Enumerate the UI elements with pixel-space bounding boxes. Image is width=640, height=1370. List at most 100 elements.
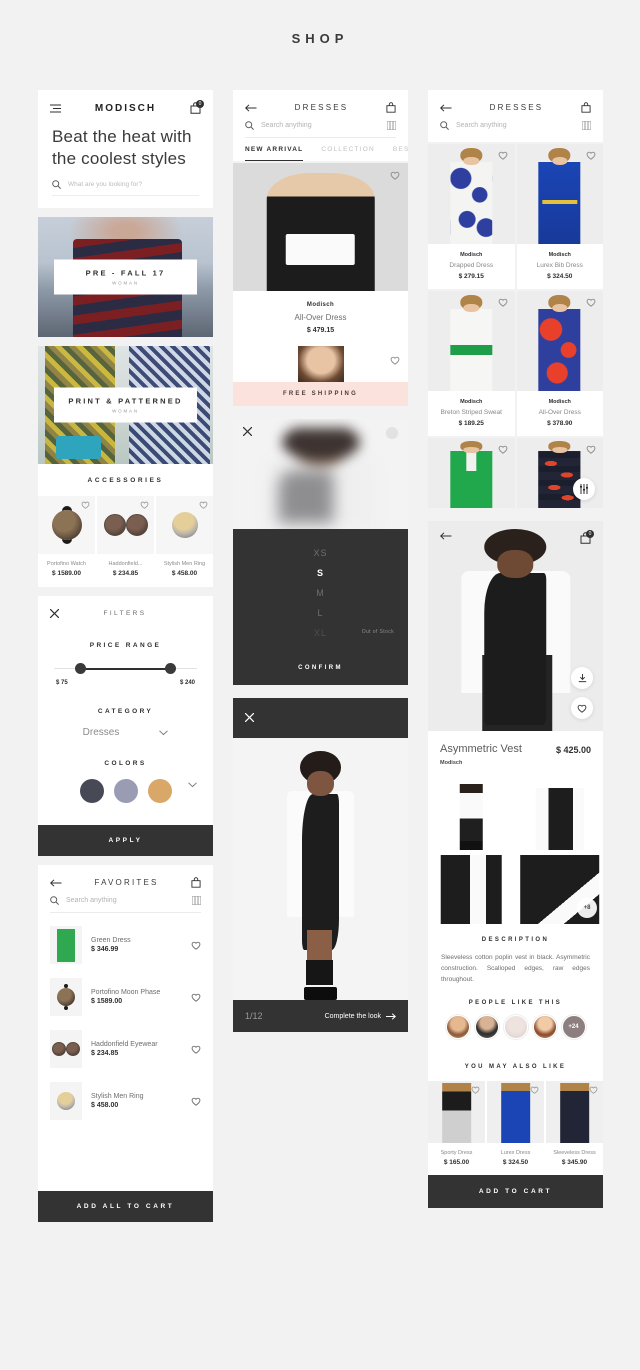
next-product-preview[interactable]	[233, 346, 408, 382]
heart-icon[interactable]	[498, 298, 508, 307]
product-card[interactable]: Modisch All-Over Dress $ 378.90	[516, 291, 603, 436]
product-card[interactable]	[428, 438, 515, 508]
detail-thumbnail[interactable]	[516, 778, 603, 850]
apply-button[interactable]: APPLY	[38, 825, 213, 856]
favorite-button[interactable]	[571, 697, 593, 719]
product-card[interactable]	[516, 438, 603, 508]
confirm-button[interactable]: CONFIRM	[233, 651, 408, 685]
avatar[interactable]	[532, 1015, 557, 1039]
hamburger-icon[interactable]	[50, 104, 61, 113]
avatar-more-count[interactable]: +24	[561, 1015, 586, 1039]
bag-icon[interactable]	[581, 102, 591, 113]
price-range-slider[interactable]	[54, 663, 197, 675]
tab-best-sellers[interactable]: BEST SELLE	[393, 138, 408, 161]
back-arrow-icon[interactable]	[50, 878, 62, 887]
related-product-name: Sleeveless Dress	[553, 1150, 596, 1156]
banner-print-patterned[interactable]: PRINT & PATTERNED WOMAN	[38, 346, 213, 464]
list-item[interactable]: Green Dress $ 346.99	[38, 919, 213, 971]
related-product-card[interactable]: Sporty Dress $ 165.00	[428, 1081, 485, 1175]
related-product-image	[546, 1081, 603, 1143]
slider-knob-min[interactable]	[75, 663, 87, 674]
avatar[interactable]	[445, 1015, 470, 1039]
add-all-to-cart-button[interactable]: ADD ALL TO CART	[38, 1191, 213, 1222]
color-swatch-1[interactable]	[79, 779, 104, 803]
heart-icon[interactable]	[140, 501, 149, 509]
slider-knob-max[interactable]	[164, 663, 176, 674]
bag-icon[interactable]: 0	[190, 100, 204, 114]
chevron-down-icon[interactable]	[188, 782, 197, 788]
home-search-input[interactable]: What are you looking for?	[52, 180, 199, 196]
product-card[interactable]: Modisch Lurex Bib Dress $ 324.50	[516, 144, 603, 289]
back-arrow-icon[interactable]	[440, 103, 452, 112]
category-select[interactable]: Dresses	[38, 715, 213, 738]
heart-icon[interactable]	[589, 1086, 598, 1094]
heart-icon[interactable]	[498, 151, 508, 160]
size-option-s[interactable]: S	[233, 563, 408, 583]
list-item[interactable]: Portofino Moon Phase $ 1589.00	[38, 971, 213, 1023]
listing-title: DRESSES	[294, 103, 349, 112]
favorite-name: Haddonfield Eyewear	[91, 1041, 158, 1048]
accessory-card[interactable]: Portofino Watch $ 1589.00	[38, 496, 95, 587]
look-model-graphic	[279, 748, 363, 1000]
heart-icon[interactable]	[390, 171, 400, 180]
heart-icon[interactable]	[586, 298, 596, 307]
close-icon[interactable]	[245, 713, 254, 722]
catalog-search-input[interactable]: Search anything	[440, 121, 591, 142]
heart-icon[interactable]	[530, 1086, 539, 1094]
heart-icon[interactable]	[191, 1097, 201, 1106]
close-icon[interactable]	[243, 427, 252, 436]
size-option-l[interactable]: L	[233, 603, 408, 623]
color-swatch-2[interactable]	[113, 779, 138, 803]
back-arrow-icon[interactable]	[440, 532, 452, 544]
more-thumbnails-badge[interactable]: +8	[577, 898, 597, 918]
look-viewer-photo[interactable]	[233, 738, 408, 1000]
list-item[interactable]: Haddonfield Eyewear $ 234.85	[38, 1023, 213, 1075]
accessory-card[interactable]: Stylish Men Ring $ 458.00	[156, 496, 213, 587]
banner-pre-fall[interactable]: PRE - FALL 17 WOMAN	[38, 217, 213, 337]
heart-icon[interactable]	[498, 445, 508, 454]
favorites-search-input[interactable]: Search anything	[50, 896, 201, 913]
grid-view-icon[interactable]	[582, 121, 591, 130]
heart-icon[interactable]	[471, 1086, 480, 1094]
heart-icon[interactable]	[199, 501, 208, 509]
add-to-cart-button[interactable]: ADD TO CART	[428, 1175, 603, 1208]
tab-new-arrival[interactable]: NEW ARRIVAL	[245, 138, 304, 161]
listing-search-input[interactable]: Search anything	[245, 121, 396, 138]
size-option-xs[interactable]: XS	[233, 543, 408, 563]
product-card[interactable]: Modisch Breton Striped Sweat $ 189.25	[428, 291, 515, 436]
detail-thumbnail[interactable]	[428, 852, 515, 924]
avatar[interactable]	[503, 1015, 528, 1039]
download-button[interactable]	[571, 667, 593, 689]
avatar[interactable]	[474, 1015, 499, 1039]
heart-icon[interactable]	[191, 941, 201, 950]
heart-icon[interactable]	[586, 445, 596, 454]
heart-icon[interactable]	[191, 1045, 201, 1054]
heart-icon[interactable]	[586, 151, 596, 160]
filter-fab-button[interactable]	[573, 478, 595, 500]
look-viewer-bottombar: 1/12 Complete the look	[233, 1000, 408, 1032]
chevron-down-icon[interactable]	[159, 729, 169, 736]
grid-view-icon[interactable]	[387, 121, 396, 130]
heart-icon[interactable]	[191, 993, 201, 1002]
heart-icon[interactable]	[390, 356, 400, 365]
detail-thumbnail[interactable]	[428, 778, 515, 850]
grid-view-icon[interactable]	[192, 896, 201, 905]
detail-thumbnail[interactable]: +8	[516, 852, 603, 924]
bag-icon[interactable]: 0	[580, 530, 594, 544]
complete-the-look-button[interactable]: Complete the look	[325, 1013, 396, 1020]
back-arrow-icon[interactable]	[245, 103, 257, 112]
close-icon[interactable]	[50, 609, 59, 618]
brand-logo: MODISCH	[94, 102, 157, 114]
featured-product-card[interactable]: Modisch All-Over Dress $ 479.15 FREE SHI…	[233, 163, 408, 406]
list-item[interactable]: Stylish Men Ring $ 458.00	[38, 1075, 213, 1127]
color-swatch-3[interactable]	[147, 779, 172, 803]
accessory-card[interactable]: Haddonfield... $ 234.85	[97, 496, 154, 587]
bag-icon[interactable]	[386, 102, 396, 113]
size-option-m[interactable]: M	[233, 583, 408, 603]
related-product-card[interactable]: Lurex Dress $ 324.50	[487, 1081, 544, 1175]
tab-collection[interactable]: COLLECTION	[321, 138, 375, 161]
heart-icon[interactable]	[81, 501, 90, 509]
product-card[interactable]: Modisch Drapped Dress $ 279.15	[428, 144, 515, 289]
bag-icon[interactable]	[191, 877, 201, 888]
related-product-card[interactable]: Sleeveless Dress $ 345.90	[546, 1081, 603, 1175]
